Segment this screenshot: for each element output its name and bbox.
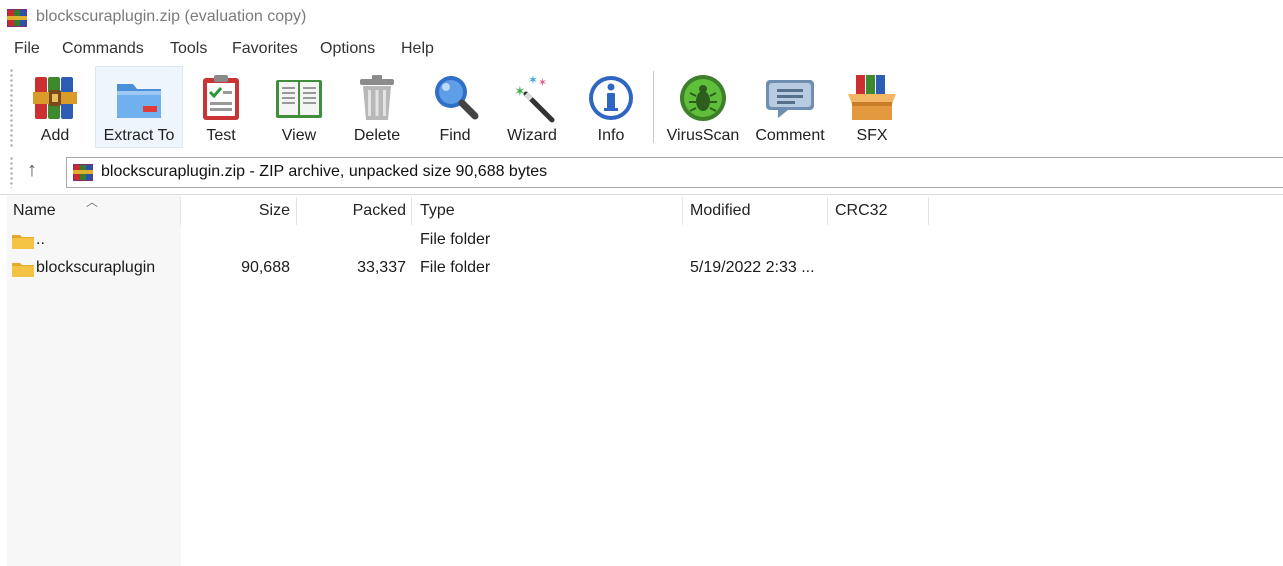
folder-icon: [12, 263, 34, 277]
folder-icon: [12, 235, 34, 249]
toolbar-grip[interactable]: [10, 68, 13, 148]
comment-label: Comment: [755, 127, 825, 144]
menu-options[interactable]: Options: [320, 40, 375, 58]
file-modified: 5/19/2022 2:33 ...: [690, 259, 815, 276]
menu-commands[interactable]: Commands: [62, 40, 144, 58]
file-row-parent[interactable]: .. File folder: [0, 227, 1283, 255]
view-label: View: [281, 127, 317, 144]
column-divider: [928, 197, 929, 225]
view-button[interactable]: View: [266, 67, 332, 147]
extract-folder-icon: [117, 84, 161, 118]
find-button[interactable]: Find: [422, 67, 488, 147]
file-packed: 33,337: [357, 259, 406, 276]
file-type: File folder: [420, 231, 491, 248]
virus-bug-icon: [680, 75, 726, 121]
delete-label: Delete: [353, 127, 401, 144]
file-size: 90,688: [241, 259, 290, 276]
window-title: blockscuraplugin.zip (evaluation copy): [36, 8, 307, 25]
address-grip[interactable]: [10, 156, 13, 188]
toolbar-separator: [653, 71, 654, 143]
column-header-name[interactable]: Name: [13, 202, 56, 220]
menu-bar: File Commands Tools Favorites Options He…: [0, 37, 1283, 62]
address-bar-row: ↑ blockscuraplugin.zip - ZIP archive, un…: [0, 152, 1283, 193]
winrar-app-icon: [7, 9, 27, 27]
magnifier-icon: [435, 76, 479, 120]
address-field[interactable]: blockscuraplugin.zip - ZIP archive, unpa…: [66, 157, 1283, 188]
zip-archive-icon: [73, 164, 93, 181]
file-name: blockscuraplugin: [36, 259, 156, 276]
wizard-button[interactable]: ✶ ✶ ✶ Wizard: [498, 67, 566, 147]
column-header-modified[interactable]: Modified: [690, 202, 750, 220]
extract-to-button[interactable]: Extract To: [95, 66, 183, 148]
toolbar: Add Extract To Test View Delete Find ✶ ✶…: [0, 63, 1283, 151]
up-one-level-button[interactable]: ↑: [20, 158, 44, 182]
virusscan-button[interactable]: VirusScan: [662, 67, 744, 147]
column-header-crc32[interactable]: CRC32: [835, 202, 887, 220]
sfx-button[interactable]: SFX: [838, 67, 906, 147]
info-label: Info: [597, 127, 625, 144]
column-header-row: ︿ Name Size Packed Type Modified CRC32: [0, 195, 1283, 226]
menu-file[interactable]: File: [14, 40, 40, 58]
add-label: Add: [40, 127, 70, 144]
file-list: ︿ Name Size Packed Type Modified CRC32 .…: [0, 194, 1283, 566]
magic-wand-icon: ✶ ✶ ✶: [514, 73, 555, 123]
column-divider: [827, 197, 828, 225]
test-clipboard-icon: [203, 75, 239, 120]
menu-help[interactable]: Help: [401, 40, 434, 58]
info-button[interactable]: Info: [578, 67, 644, 147]
column-header-type[interactable]: Type: [420, 202, 455, 220]
archive-path: blockscuraplugin.zip - ZIP archive, unpa…: [101, 163, 548, 180]
extract-to-label: Extract To: [103, 127, 175, 144]
svg-text:✶: ✶: [528, 73, 538, 87]
column-header-size[interactable]: Size: [181, 202, 290, 220]
column-header-packed[interactable]: Packed: [297, 202, 406, 220]
view-book-icon: [276, 80, 322, 118]
test-label: Test: [206, 127, 236, 144]
column-divider: [411, 197, 412, 225]
file-type: File folder: [420, 259, 491, 276]
sort-ascending-icon: ︿: [86, 195, 99, 209]
menu-favorites[interactable]: Favorites: [232, 40, 298, 58]
delete-button[interactable]: Delete: [344, 67, 410, 147]
file-row-blockscuraplugin[interactable]: blockscuraplugin 90,688 33,337 File fold…: [0, 255, 1283, 283]
trash-icon: [360, 75, 394, 120]
add-button[interactable]: Add: [22, 67, 88, 147]
sfx-label: SFX: [856, 127, 888, 144]
svg-text:✶: ✶: [514, 83, 526, 99]
info-icon: [589, 76, 633, 120]
sfx-box-icon: [848, 75, 896, 120]
menu-tools[interactable]: Tools: [170, 40, 207, 58]
find-label: Find: [439, 127, 471, 144]
test-button[interactable]: Test: [188, 67, 254, 147]
column-divider: [682, 197, 683, 225]
title-bar: blockscuraplugin.zip (evaluation copy): [0, 0, 1283, 36]
comment-button[interactable]: Comment: [748, 67, 832, 147]
svg-text:✶: ✶: [538, 77, 547, 89]
comment-bubble-icon: [766, 80, 814, 118]
wizard-label: Wizard: [507, 127, 557, 144]
add-archive-icon: [33, 77, 77, 119]
virusscan-label: VirusScan: [666, 127, 740, 144]
file-name: ..: [36, 231, 45, 248]
